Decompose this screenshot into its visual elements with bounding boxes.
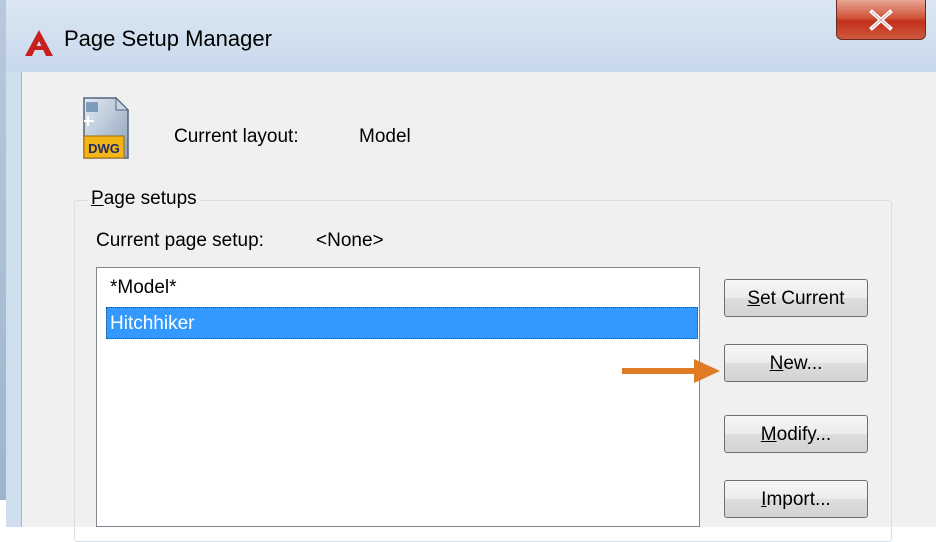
import-label: mport... [766,489,831,510]
dwg-file-icon: DWG [83,96,130,159]
title-bar[interactable]: Page Setup Manager [6,0,936,72]
modify-mnemonic: M [760,424,777,445]
new-label: ew... [783,353,823,374]
legend-text: age setups [103,188,197,209]
close-icon [869,9,893,31]
dialog-body: DWG Current layout: Model Page setups Cu… [21,72,936,542]
current-page-setup-value: <None> [316,230,384,251]
new-button[interactable]: New... [724,344,868,382]
current-page-setup-label: Current page setup: [96,230,264,251]
current-layout-value: Model [359,126,411,147]
arrow-right-icon [622,359,720,383]
list-item-model[interactable]: *Model* [107,272,177,304]
page-setups-legend: Page setups [88,188,200,210]
set-current-button[interactable]: Set Current [724,279,868,317]
set-current-mnemonic: S [747,288,761,309]
window-title: Page Setup Manager [64,26,272,51]
modify-button[interactable]: Modify... [724,415,868,453]
page-setup-manager-dialog: Page Setup Manager DWG Current layout: M… [6,0,936,542]
autocad-logo-icon [25,30,53,56]
page-setups-list[interactable]: *Model* Hitchhiker [96,267,700,527]
list-item-hitchhiker[interactable]: Hitchhiker [106,307,698,339]
import-button[interactable]: Import... [724,480,868,518]
current-layout-label: Current layout: [174,126,299,147]
new-mnemonic: N [769,353,784,374]
dwg-icon-label: DWG [88,141,120,156]
modify-label: odify... [776,424,832,445]
set-current-label: et Current [760,288,845,309]
close-button[interactable] [836,0,926,40]
legend-mnemonic: P [91,188,104,209]
